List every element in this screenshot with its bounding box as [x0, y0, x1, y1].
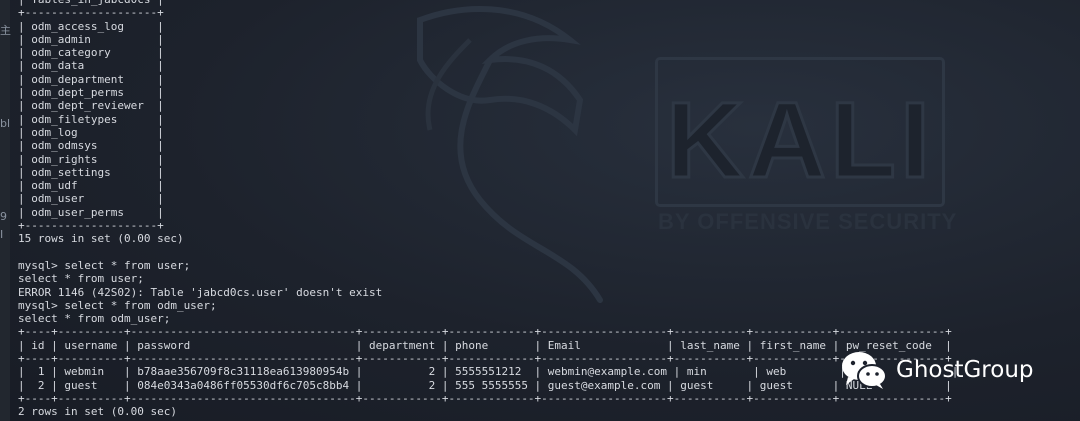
terminal-line: | odm_access_log | — [18, 19, 164, 33]
terminal-output[interactable]: | Tables_in_jabcd0cs | +----------------… — [18, 0, 958, 419]
terminal-line: select * from odm_user; — [18, 312, 171, 326]
terminal-line: mysql> select * from odm_user; — [18, 298, 217, 312]
terminal-line: | id | username | password | department … — [18, 338, 952, 352]
terminal-line: +----+----------+-----------------------… — [18, 391, 952, 405]
terminal-line: mysql> select * from user; — [18, 258, 191, 272]
terminal-line: select * from user; — [18, 272, 144, 286]
terminal-line: +--------------------+ — [18, 6, 164, 20]
watermark-text: GhostGroup — [896, 357, 1034, 383]
terminal-line: | odm_data | — [18, 59, 164, 73]
terminal-line: | odm_dept_reviewer | — [18, 99, 164, 113]
terminal-line: | odm_dept_perms | — [18, 86, 164, 100]
terminal-line: | odm_rights | — [18, 152, 164, 166]
terminal-line: | odm_udf | — [18, 179, 164, 193]
terminal-line: | odm_odmsys | — [18, 139, 164, 153]
terminal-line: +--------------------+ — [18, 219, 164, 233]
left-strip-glyph: I — [0, 228, 4, 241]
terminal-line: | odm_log | — [18, 125, 164, 139]
left-strip-glyph: 主 — [0, 24, 11, 37]
terminal-line: | Tables_in_jabcd0cs | — [18, 0, 164, 6]
terminal-line: 15 rows in set (0.00 sec) — [18, 232, 184, 246]
terminal-line: | odm_user_perms | — [18, 205, 164, 219]
terminal-line: | odm_category | — [18, 46, 164, 60]
terminal-line: | odm_admin | — [18, 32, 164, 46]
terminal-line: | odm_settings | — [18, 165, 164, 179]
terminal-line: +----+----------+-----------------------… — [18, 352, 952, 366]
terminal-line: 2 rows in set (0.00 sec) — [18, 405, 177, 419]
wechat-icon — [842, 352, 887, 389]
terminal-line: | odm_user | — [18, 192, 164, 206]
terminal-line: | 1 | webmin | b78aae356709f8c31118ea613… — [18, 365, 959, 379]
ghostgroup-watermark: GhostGroup — [840, 350, 1034, 390]
terminal-line: ERROR 1146 (42S02): Table 'jabcd0cs.user… — [18, 285, 383, 299]
terminal-line: | odm_filetypes | — [18, 112, 164, 126]
left-strip-glyph: 9 — [0, 210, 7, 223]
left-panel-edge: 主 bl 9 I — [0, 0, 11, 421]
left-strip-glyph: bl — [0, 117, 11, 130]
terminal-line: +----+----------+-----------------------… — [18, 325, 952, 339]
terminal-line: | odm_department | — [18, 72, 164, 86]
terminal-line: | 2 | guest | 084e0343a0486ff05530df6c70… — [18, 378, 952, 392]
